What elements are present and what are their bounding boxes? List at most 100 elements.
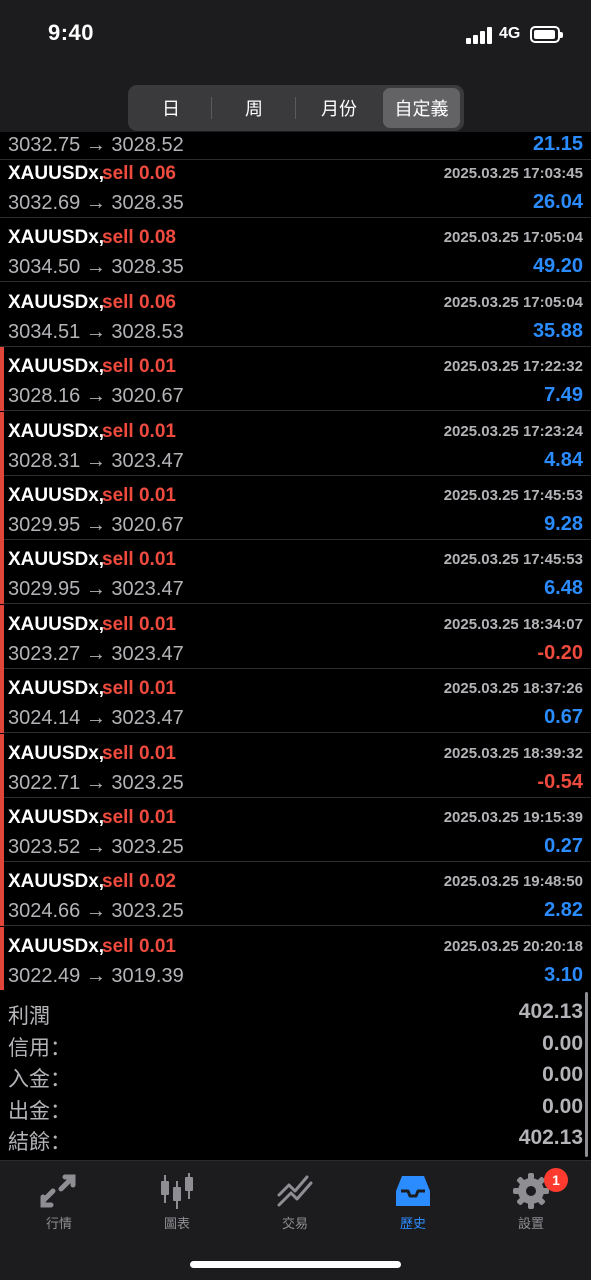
summary-value: 402.13	[518, 1126, 583, 1149]
deal-side: sell 0.01	[102, 420, 176, 442]
divider	[295, 97, 296, 119]
deal-side: sell 0.01	[102, 935, 176, 957]
summary-label: 信用：	[8, 1036, 71, 1060]
tab-label: 行情	[45, 1216, 72, 1231]
account-summary: 利潤 402.13 信用： 0.00 入金： 0.00 出金： 0.00 結餘： 402.13	[0, 990, 591, 1160]
table-row[interactable]: XAUUSDx, sell 0.01 2025.03.25 17:45:53 3029…	[0, 540, 591, 605]
tab-quotes[interactable]: 行情	[0, 1161, 118, 1241]
deal-symbol: XAUUSDx,	[8, 678, 105, 700]
row-accent-bar	[0, 476, 4, 540]
row-accent-bar	[0, 862, 4, 927]
row-accent-bar	[0, 733, 4, 798]
deal-symbol: XAUUSDx,	[8, 291, 105, 313]
tab-label: 設置	[517, 1216, 544, 1231]
deal-prices: 3028.31 → 3023.47	[8, 449, 184, 472]
period-week-button[interactable]: 周	[213, 88, 295, 128]
summary-row: 信用： 0.00	[0, 1030, 591, 1061]
summary-value: 0.00	[542, 1094, 583, 1118]
deal-time: 2025.03.25 20:20:18	[443, 937, 583, 955]
cellular-signal-icon	[466, 27, 494, 44]
tab-label: 歷史	[399, 1216, 426, 1231]
network-type: 4G	[499, 25, 521, 42]
table-row[interactable]: XAUUSDx, sell 0.01 2025.03.25 17:23:24 3028…	[0, 411, 591, 476]
row-accent-bar	[0, 411, 4, 476]
deal-profit: 0.67	[544, 706, 583, 729]
deal-prices: 3024.66 → 3023.25	[8, 900, 184, 923]
table-row[interactable]: XAUUSDx, sell 0.06 2025.03.25 17:05:04 3034…	[0, 283, 591, 347]
summary-label: 利潤	[8, 1005, 50, 1028]
period-month-button[interactable]: 月份	[297, 88, 381, 128]
deal-prices: 3022.49 → 3019.39	[8, 964, 184, 987]
deal-time: 2025.03.25 17:05:04	[443, 293, 583, 311]
deal-symbol: XAUUSDx,	[8, 871, 105, 893]
deal-side: sell 0.06	[102, 163, 176, 184]
period-selector: 日 周 月份 自定義	[128, 85, 464, 131]
notification-badge: 1	[544, 1168, 568, 1192]
table-row[interactable]: XAUUSDx, sell 0.01 2025.03.25 19:15:39 3023…	[0, 798, 591, 862]
deal-side: sell 0.01	[102, 613, 176, 635]
deal-symbol: XAUUSDx,	[8, 420, 105, 442]
deal-profit: 3.10	[544, 963, 583, 986]
deal-profit: -0.20	[537, 641, 583, 664]
deal-side: sell 0.01	[102, 742, 176, 764]
deal-time: 2025.03.25 17:05:04	[443, 229, 583, 247]
deal-profit: 7.49	[544, 384, 583, 407]
tab-history[interactable]: 歷史	[354, 1161, 472, 1241]
scrollbar[interactable]	[585, 992, 588, 1157]
table-row[interactable]: XAUUSDx, sell 0.06 2025.03.25 17:03:45 3032…	[0, 154, 591, 218]
summary-value: 402.13	[518, 1000, 583, 1023]
tab-settings[interactable]: 1 設置	[472, 1161, 590, 1241]
deal-symbol: XAUUSDx,	[8, 807, 105, 828]
deal-side: sell 0.02	[102, 871, 176, 893]
deal-prices: 3022.71 → 3023.25	[8, 771, 184, 794]
summary-row: 入金： 0.00	[0, 1061, 591, 1092]
history-list[interactable]: 3032.75 → 3028.52 21.15 XAUUSDx, sell 0.0…	[0, 132, 591, 990]
history-icon	[396, 1176, 430, 1206]
deal-profit: 2.82	[544, 899, 583, 922]
table-row[interactable]: XAUUSDx, sell 0.01 2025.03.25 18:39:32 3022…	[0, 733, 591, 798]
deal-time: 2025.03.25 18:34:07	[443, 615, 583, 633]
deal-side: sell 0.01	[102, 485, 176, 506]
table-row[interactable]: XAUUSDx, sell 0.01 2025.03.25 18:37:26 3024…	[0, 669, 591, 734]
deal-profit: 9.28	[544, 513, 583, 535]
deal-profit: 35.88	[532, 319, 583, 342]
tab-trade[interactable]: 交易	[236, 1161, 354, 1241]
deal-side: sell 0.01	[102, 549, 176, 571]
table-row[interactable]: XAUUSDx, sell 0.01 2025.03.25 18:34:07 3023…	[0, 604, 591, 669]
deal-side: sell 0.01	[102, 678, 176, 700]
table-row[interactable]: XAUUSDx, sell 0.01 2025.03.25 17:22:32 3028…	[0, 347, 591, 412]
deal-prices: 3024.14 → 3023.47	[8, 707, 184, 730]
deal-prices: 3034.51 → 3028.53	[8, 320, 184, 343]
deal-symbol: XAUUSDx,	[8, 549, 105, 571]
tab-label: 圖表	[163, 1216, 190, 1231]
summary-label: 入金：	[8, 1068, 71, 1091]
deal-time: 2025.03.25 18:39:32	[443, 744, 583, 762]
deal-time: 2025.03.25 17:03:45	[443, 165, 583, 182]
deal-time: 2025.03.25 19:15:39	[443, 809, 583, 826]
battery-icon	[530, 26, 563, 43]
status-time: 9:40	[48, 20, 95, 45]
table-row[interactable]: XAUUSDx, sell 0.08 2025.03.25 17:05:04 3034…	[0, 218, 591, 283]
table-row[interactable]: XAUUSDx, sell 0.01 2025.03.25 17:45:53 3029…	[0, 476, 591, 540]
deal-time: 2025.03.25 17:45:53	[443, 487, 583, 504]
summary-row: 利潤 402.13	[0, 998, 591, 1029]
table-row[interactable]: XAUUSDx, sell 0.02 2025.03.25 19:48:50 3024…	[0, 862, 591, 927]
period-custom-button[interactable]: 自定義	[383, 88, 460, 128]
deal-prices: 3023.27 → 3023.47	[8, 642, 184, 665]
row-accent-bar	[0, 347, 4, 412]
deal-profit: 4.84	[544, 448, 583, 471]
deal-profit: 26.04	[532, 191, 583, 213]
deal-prices: 3032.69 → 3028.35	[8, 192, 184, 214]
deal-profit: 49.20	[532, 255, 583, 278]
divider	[211, 97, 212, 119]
row-accent-bar	[0, 926, 4, 990]
deal-side: sell 0.06	[102, 291, 176, 313]
home-indicator[interactable]	[190, 1261, 401, 1268]
tab-chart[interactable]: 圖表	[118, 1161, 236, 1241]
chart-icon	[161, 1173, 193, 1209]
row-accent-bar	[0, 798, 4, 862]
table-row[interactable]: XAUUSDx, sell 0.01 2025.03.25 20:20:18 3022…	[0, 926, 591, 990]
summary-row: 結餘： 402.13	[0, 1124, 591, 1155]
row-accent-bar	[0, 540, 4, 605]
period-day-button[interactable]: 日	[132, 88, 210, 128]
